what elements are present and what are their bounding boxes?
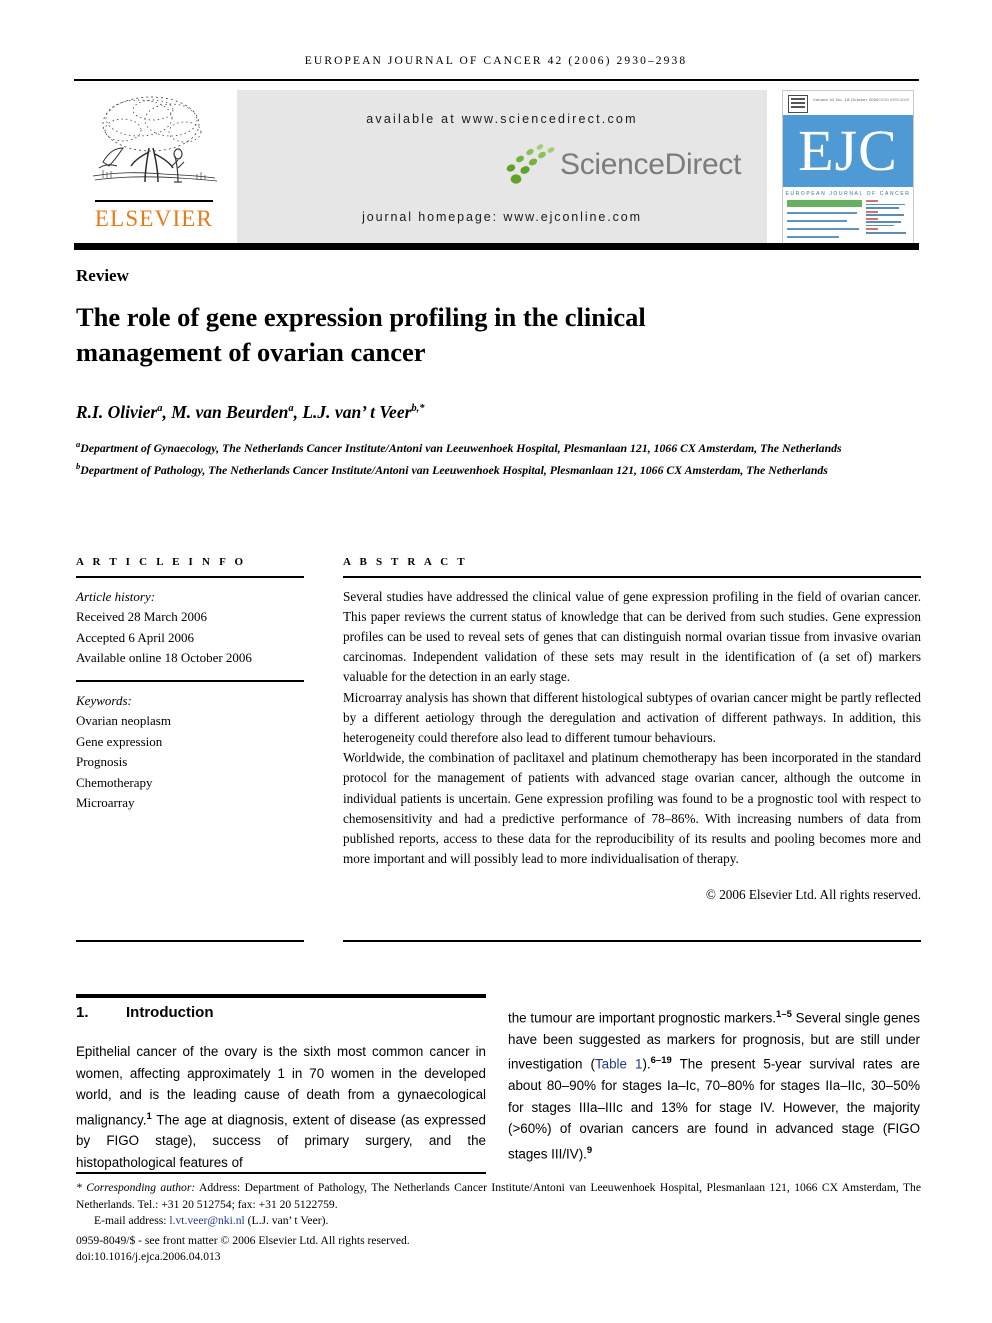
history-item: Received 28 March 2006: [76, 609, 208, 624]
footer-rule: [76, 1172, 486, 1174]
introduction-text-left: Epithelial cancer of the ovary is the si…: [76, 1044, 486, 1170]
article-info-column: A R T I C L E I N F O Article history: R…: [76, 556, 304, 814]
abstract-heading: A B S T R A C T: [343, 556, 468, 568]
cover-header: Volume 42 No. 18 October 2006 ISSN 0959-…: [783, 91, 913, 115]
cover-text-line: [865, 214, 904, 216]
sciencedirect-wordmark: ScienceDirect: [560, 148, 742, 181]
elsevier-logo: ELSEVIER: [79, 90, 229, 245]
available-at-text: available at www.sciencedirect.com: [366, 112, 638, 126]
body-left-column: 1. Introduction Epithelial cancer of the…: [76, 1004, 486, 1173]
cover-section-label: [865, 200, 878, 202]
email-note[interactable]: E-mail address: l.vt.veer@nki.nl (L.J. v…: [76, 1213, 921, 1230]
keyword-item: Ovarian neoplasm: [76, 713, 171, 729]
cover-contents-right: [862, 200, 909, 244]
elsevier-rule: [95, 200, 213, 202]
journal-article-page: EUROPEAN JOURNAL OF CANCER 42 (2006) 293…: [0, 0, 992, 1323]
keywords-block: Keywords: Ovarian neoplasm Gene expressi…: [76, 682, 304, 814]
keyword-item: Chemotherapy: [76, 774, 153, 790]
cover-green-bar: [787, 200, 862, 207]
introduction-text-right: the tumour are important prognostic mark…: [508, 1009, 920, 1162]
cover-issn-line: ISSN 0959-8049: [879, 97, 909, 102]
article-type-label: Review: [76, 266, 129, 285]
journal-banner: ELSEVIER available at www.sciencedirect.…: [74, 79, 919, 251]
abstract-body: Several studies have addressed the clini…: [343, 578, 921, 906]
cover-ejc-letters: EJC: [798, 118, 898, 183]
abstract-bottom-rule: [343, 940, 921, 943]
affiliation-a: aDepartment of Gynaecology, The Netherla…: [76, 439, 842, 455]
body-right-column: the tumour are important prognostic mark…: [508, 1004, 920, 1165]
article-info-bottom-rule: [76, 940, 304, 943]
corresponding-author-note: * Corresponding author: Address: Departm…: [76, 1181, 921, 1211]
history-item: Available online 18 October 2006: [76, 650, 252, 665]
elsevier-tree-icon: [79, 90, 229, 200]
author-list: R.I. Oliviera, M. van Beurdena, L.J. van…: [76, 402, 425, 422]
cover-section-label: [865, 210, 878, 213]
section-title: Introduction: [126, 1004, 214, 1021]
article-history-label: Article history:: [76, 588, 156, 604]
section-number: 1.: [76, 1004, 89, 1021]
elsevier-wordmark: ELSEVIER: [94, 206, 214, 231]
sciencedirect-leaves-icon: [506, 144, 555, 184]
keyword-item: Gene expression: [76, 733, 163, 749]
sciencedirect-panel: available at www.sciencedirect.com Scien…: [237, 90, 767, 245]
page-title: The role of gene expression profiling in…: [76, 302, 646, 367]
doi-line: doi:10.1016/j.ejca.2006.04.013: [76, 1250, 221, 1264]
running-head: EUROPEAN JOURNAL OF CANCER 42 (2006) 293…: [74, 55, 918, 67]
keyword-item: Microarray: [76, 795, 135, 811]
cover-journal-name: EUROPEAN JOURNAL OF CANCER: [785, 191, 911, 197]
cover-text-line: [787, 228, 859, 230]
history-item: Accepted 6 April 2006: [76, 629, 195, 645]
abstract-paragraph: Worldwide, the combination of paclitaxel…: [343, 750, 921, 867]
affiliation-b: bDepartment of Pathology, The Netherland…: [76, 460, 828, 477]
abstract-paragraph: Microarray analysis has shown that diffe…: [343, 689, 921, 745]
journal-homepage-text: journal homepage: www.ejconline.com: [362, 210, 642, 224]
cover-blue-band: EJC: [783, 115, 913, 187]
cover-section-label: [865, 228, 878, 231]
page-footer: * Corresponding author: Address: Departm…: [76, 1180, 921, 1266]
cover-text-line: [787, 212, 858, 214]
banner-bottom-bar: [74, 243, 919, 250]
cover-section-label: [865, 217, 878, 220]
cover-contents-left: [787, 200, 862, 244]
running-head-text: EUROPEAN JOURNAL OF CANCER 42 (2006) 293…: [304, 55, 688, 67]
cover-society-logo-icon: [788, 95, 808, 113]
article-history-block: Article history: Received 28 March 2006 …: [76, 578, 304, 669]
abstract-copyright: © 2006 Elsevier Ltd. All rights reserved…: [705, 887, 921, 903]
section-heading-introduction: 1. Introduction: [76, 1004, 486, 1021]
affiliations: aDepartment of Gynaecology, The Netherla…: [76, 436, 921, 479]
cover-text-line: [865, 207, 899, 209]
cover-text-line: [787, 220, 847, 222]
issn-copyright-line: 0959-8049/$ - see front matter © 2006 El…: [76, 1233, 410, 1247]
cover-text-line: [865, 203, 905, 206]
introduction-top-rule: [76, 994, 486, 998]
article-info-heading: A R T I C L E I N F O: [76, 556, 247, 568]
cover-contents: [783, 200, 913, 244]
journal-cover-thumbnail: Volume 42 No. 18 October 2006 ISSN 0959-…: [782, 90, 914, 245]
keyword-item: Prognosis: [76, 754, 128, 770]
abstract-paragraph: Several studies have addressed the clini…: [343, 588, 921, 685]
abstract-column: A B S T R A C T Several studies have add…: [343, 556, 921, 906]
cover-text-line: [865, 224, 895, 227]
cover-text-line: [865, 231, 906, 234]
cover-text-line: [865, 221, 902, 223]
cover-volume-line: Volume 42 No. 18 October 2006: [813, 97, 879, 102]
cover-text-line: [787, 236, 840, 238]
keywords-label: Keywords:: [76, 692, 132, 708]
sciencedirect-logo: ScienceDirect: [237, 142, 767, 188]
